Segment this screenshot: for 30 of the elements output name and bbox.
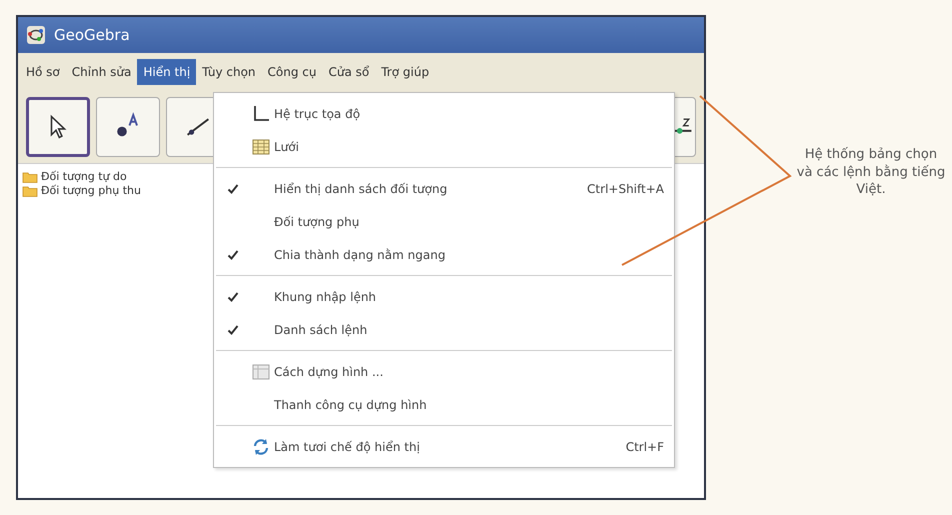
table-icon bbox=[252, 362, 270, 380]
menu-entry[interactable]: Lưới bbox=[214, 130, 674, 163]
pointer-tool-button[interactable] bbox=[26, 97, 90, 157]
window-title: GeoGebra bbox=[54, 26, 130, 44]
menu-entry[interactable]: Hiển thị danh sách đối tượng Ctrl+Shift+A bbox=[214, 172, 674, 205]
menu-entry[interactable]: Đối tượng phụ bbox=[214, 205, 674, 238]
axes-icon bbox=[252, 104, 270, 122]
menu-item[interactable]: Trợ giúp bbox=[375, 59, 436, 85]
tree-item[interactable]: Đối tượng phụ thu bbox=[41, 184, 141, 197]
menu-entry[interactable]: Chia thành dạng nằm ngang bbox=[214, 238, 674, 271]
menu-item[interactable]: Hiển thị bbox=[137, 59, 196, 85]
folder-icon bbox=[22, 170, 38, 182]
menu-entry[interactable]: Hệ trục tọa độ bbox=[214, 97, 674, 130]
menu-entry[interactable]: Danh sách lệnh bbox=[214, 313, 674, 346]
menu-item[interactable]: Cửa sổ bbox=[322, 59, 376, 85]
menu-entry[interactable]: Thanh công cụ dựng hình bbox=[214, 388, 674, 421]
folder-icon bbox=[22, 184, 38, 196]
annotation-text: Hệ thống bảng chọn và các lệnh bằng tiếng Việt. bbox=[796, 146, 946, 199]
menu-item[interactable]: Chỉnh sửa bbox=[66, 59, 138, 85]
menu-item[interactable]: Hồ sơ bbox=[20, 59, 66, 85]
menu-entry[interactable]: Cách dựng hình ... bbox=[214, 355, 674, 388]
tree-item[interactable]: Đối tượng tự do bbox=[41, 170, 127, 183]
app-logo-icon bbox=[26, 25, 46, 45]
refresh-icon bbox=[252, 438, 270, 456]
menu-item[interactable]: Công cụ bbox=[262, 59, 322, 85]
grid-icon bbox=[252, 138, 270, 156]
point-tool-button[interactable] bbox=[96, 97, 160, 157]
menu-entry[interactable]: Làm tươi chế độ hiển thị Ctrl+F bbox=[214, 430, 674, 463]
menu-entry[interactable]: Khung nhập lệnh bbox=[214, 280, 674, 313]
menu-item[interactable]: Tùy chọn bbox=[196, 59, 262, 85]
